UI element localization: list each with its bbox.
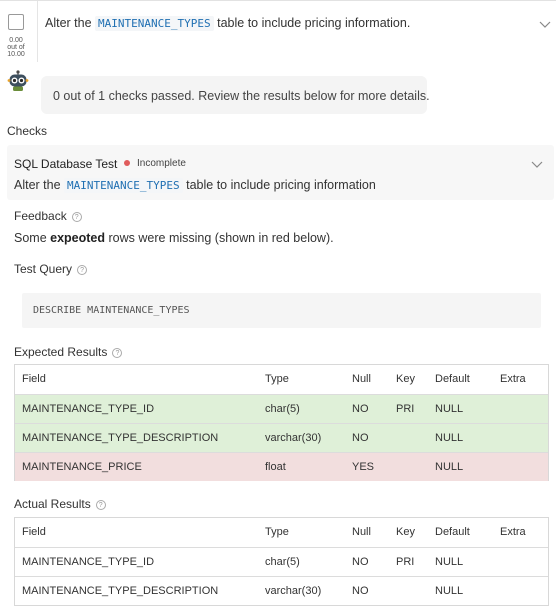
cell-null: NO	[352, 556, 369, 568]
expected-header-row: Field Type Null Key Default Extra	[15, 365, 548, 394]
cell-field: MAINTENANCE_TYPE_DESCRIPTION	[22, 432, 219, 444]
task-table-name: MAINTENANCE_TYPES	[95, 16, 214, 31]
col-default-header: Default	[435, 526, 470, 538]
table-row-missing: MAINTENANCE_PRICE float YES NULL	[15, 452, 548, 481]
feedback-label: Feedback?	[14, 209, 82, 223]
actual-results-label-text: Actual Results	[14, 497, 91, 511]
test-query-help-icon[interactable]: ?	[77, 265, 88, 275]
col-null-header: Null	[352, 526, 371, 538]
task-score: 0.00 out of 10.00	[0, 37, 32, 58]
actual-header-row: Field Type Null Key Default Extra	[15, 518, 548, 547]
actual-results-help-icon[interactable]: ?	[95, 500, 106, 510]
bot-message-text: 0 out of 1 checks passed. Review the res…	[53, 89, 430, 103]
task-text-before: Alter the	[45, 16, 92, 30]
cell-field: MAINTENANCE_TYPE_DESCRIPTION	[22, 585, 219, 597]
task-expand-chevron-down-icon[interactable]	[539, 18, 551, 30]
cell-field: MAINTENANCE_TYPE_ID	[22, 403, 155, 415]
cell-type: varchar(30)	[265, 432, 322, 444]
task-description: Alter the MAINTENANCE_TYPES table to inc…	[45, 16, 411, 31]
cell-key: PRI	[396, 556, 415, 568]
table-row: MAINTENANCE_TYPE_DESCRIPTION varchar(30)…	[15, 576, 548, 605]
status-badge: Incomplete	[137, 158, 186, 169]
status-dot-icon	[124, 160, 130, 166]
expected-results-label: Expected Results?	[14, 345, 123, 359]
cell-type: char(5)	[265, 403, 300, 415]
cell-default: NULL	[435, 556, 464, 568]
task-divider	[37, 1, 38, 62]
task-checkbox[interactable]	[8, 14, 24, 30]
cell-default: NULL	[435, 403, 464, 415]
feedback-text: Some expeoted rows were missing (shown i…	[14, 231, 334, 245]
col-extra-header: Extra	[500, 526, 526, 538]
score-max: 10.00	[7, 51, 25, 58]
cell-type: char(5)	[265, 556, 300, 568]
feedback-label-text: Feedback	[14, 209, 67, 223]
cell-null: YES	[352, 461, 375, 473]
feedback-before: Some	[14, 231, 47, 245]
actual-results-table: Field Type Null Key Default Extra MAINTE…	[14, 517, 549, 606]
col-type-header: Type	[265, 373, 289, 385]
col-type-header: Type	[265, 526, 289, 538]
feedback-bold-word: expeoted	[50, 231, 106, 245]
cell-field: MAINTENANCE_PRICE	[22, 461, 142, 473]
cell-null: NO	[352, 585, 369, 597]
cell-field: MAINTENANCE_TYPE_ID	[22, 556, 155, 568]
expected-results-table: Field Type Null Key Default Extra MAINTE…	[14, 364, 549, 481]
test-description: Alter the MAINTENANCE_TYPES table to inc…	[14, 178, 376, 193]
col-key-header: Key	[396, 526, 415, 538]
test-name: SQL Database Test	[14, 157, 118, 171]
test-desc-before: Alter the	[14, 178, 61, 192]
col-extra-header: Extra	[500, 373, 526, 385]
feedback-help-icon[interactable]: ?	[71, 212, 82, 222]
cell-key: PRI	[396, 403, 415, 415]
test-desc-after: table to include pricing information	[186, 178, 376, 192]
col-null-header: Null	[352, 373, 371, 385]
table-row: MAINTENANCE_TYPE_ID char(5) NO PRI NULL	[15, 547, 548, 576]
table-row: MAINTENANCE_TYPE_ID char(5) NO PRI NULL	[15, 394, 548, 423]
score-value: 0.00	[9, 37, 23, 44]
col-default-header: Default	[435, 373, 470, 385]
test-collapse-chevron-down-icon[interactable]	[531, 158, 543, 170]
actual-results-label: Actual Results?	[14, 497, 106, 511]
checks-heading: Checks	[7, 124, 48, 138]
col-field-header: Field	[22, 373, 46, 385]
cell-default: NULL	[435, 432, 464, 444]
task-row[interactable]: 0.00 out of 10.00 Alter the MAINTENANCE_…	[0, 1, 556, 62]
test-desc-table-name: MAINTENANCE_TYPES	[64, 178, 183, 193]
bot-avatar-icon	[6, 68, 30, 92]
col-field-header: Field	[22, 526, 46, 538]
task-text-after: table to include pricing information.	[217, 16, 411, 30]
feedback-after: rows were missing (shown in red below).	[108, 231, 334, 245]
expected-results-label-text: Expected Results	[14, 345, 108, 359]
col-key-header: Key	[396, 373, 415, 385]
cell-null: NO	[352, 432, 369, 444]
table-row: MAINTENANCE_TYPE_DESCRIPTION varchar(30)…	[15, 423, 548, 452]
cell-default: NULL	[435, 461, 464, 473]
score-out-of: out of	[7, 44, 25, 51]
expected-results-help-icon[interactable]: ?	[112, 348, 123, 358]
query-text: DESCRIBE MAINTENANCE_TYPES	[33, 305, 190, 316]
cell-null: NO	[352, 403, 369, 415]
test-query-label-text: Test Query	[14, 262, 73, 276]
cell-default: NULL	[435, 585, 464, 597]
cell-type: varchar(30)	[265, 585, 322, 597]
test-query-label: Test Query?	[14, 262, 88, 276]
cell-type: float	[265, 461, 286, 473]
